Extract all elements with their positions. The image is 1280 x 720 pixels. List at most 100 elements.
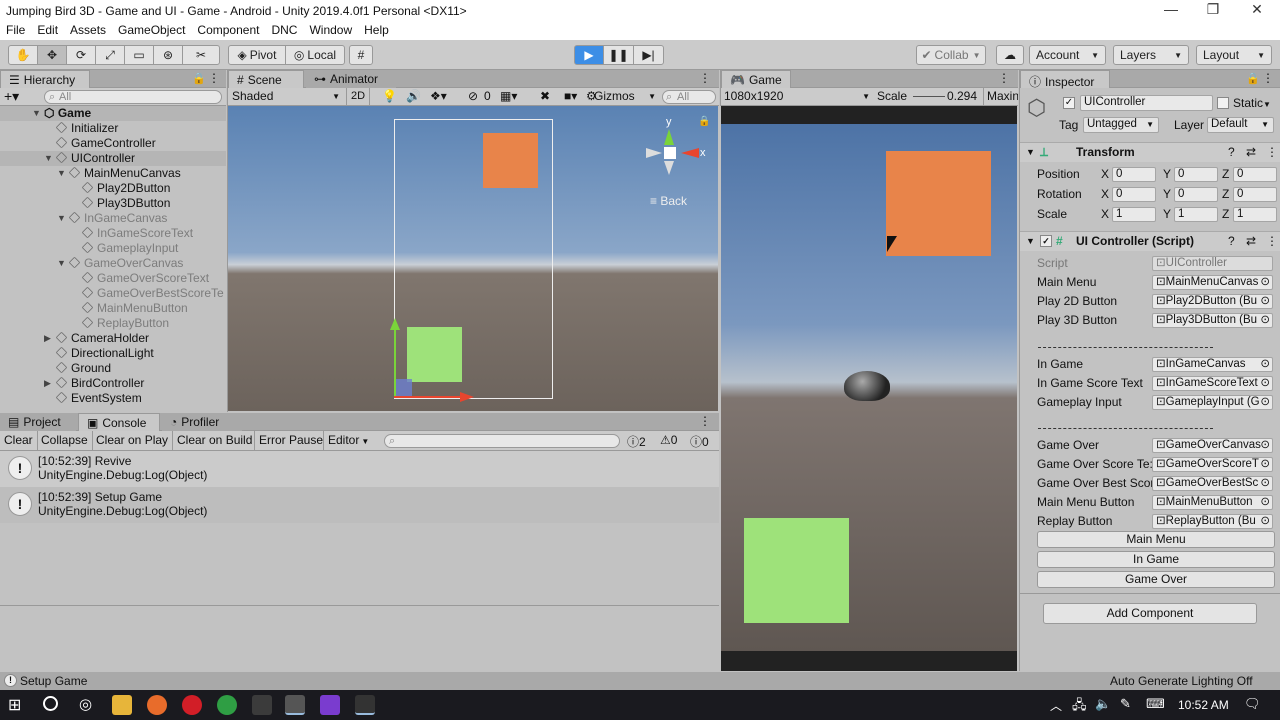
tab-animator[interactable]: ⊶ Animator [306,70,396,88]
console-clear-button[interactable]: Clear [4,433,33,447]
hierarchy-item[interactable]: ▼ MainMenuCanvas [0,166,226,181]
move-handle-x[interactable] [394,396,470,398]
layer-dropdown[interactable]: Default ▼ [1207,117,1274,133]
toggle-2d-button[interactable]: 2D [346,88,370,105]
transform-y-input[interactable]: 0 [1174,167,1218,182]
more-options-icon[interactable]: ⋮ [998,71,1010,85]
green-square[interactable] [407,327,462,382]
chevron-down-icon[interactable]: ▼ [57,256,67,271]
app-icon[interactable] [252,695,272,715]
transform-y-input[interactable]: 1 [1174,207,1218,222]
tag-dropdown[interactable]: Untagged ▼ [1083,117,1159,133]
grid-snap-icon[interactable]: # [349,45,373,65]
move-tool-icon[interactable]: ✥ [37,45,67,65]
script-component-header[interactable]: ▼ ✓ # UI Controller (Script) ? ⇄ ⋮ [1020,231,1280,251]
reference-field[interactable]: ⊡GameplayInput (G ⊙ [1152,395,1273,410]
menu-window[interactable]: Window [303,22,358,37]
game-viewport[interactable] [721,106,1017,671]
menu-edit[interactable]: Edit [31,22,64,37]
hierarchy-item[interactable]: Play2DButton [0,181,226,196]
reference-field[interactable]: ⊡MainMenuButton ⊙ [1152,495,1273,510]
cloud-icon[interactable]: ☁ [996,45,1024,65]
in-game-button[interactable]: In Game [1037,551,1275,568]
object-picker-icon[interactable]: ⊙ [1260,295,1270,308]
rotate-tool-icon[interactable]: ⟳ [66,45,96,65]
scene-viewport[interactable]: y x ≡ Back 🔒 [228,106,718,411]
layers-dropdown[interactable]: Layers ▼ [1113,45,1189,65]
object-picker-icon[interactable]: ⊙ [1260,515,1270,528]
volume-icon[interactable]: 🔈 [1095,696,1111,712]
object-picker-icon[interactable]: ⊙ [1260,396,1270,409]
object-picker-icon[interactable]: ⊙ [1260,358,1270,371]
keyboard-icon[interactable]: ⌨ [1146,696,1165,712]
game-over-button[interactable]: Game Over [1037,571,1275,588]
tab-hierarchy[interactable]: ☰ Hierarchy [0,70,90,88]
bird-object[interactable] [844,371,890,401]
help-icon[interactable]: ? [1228,143,1235,162]
lock-icon[interactable]: 🔒 [1246,72,1260,85]
network-icon[interactable]: 🖧 [1072,696,1087,718]
minimize-icon[interactable]: — [1150,1,1192,17]
layout-dropdown[interactable]: Layout ▼ [1196,45,1272,65]
transform-z-input[interactable]: 1 [1233,207,1277,222]
hierarchy-item[interactable]: GameOverScoreText [0,271,226,286]
firefox-icon[interactable] [147,695,167,715]
tab-scene[interactable]: # Scene [228,70,304,88]
orientation-gizmo[interactable]: y x ≡ Back [645,116,706,208]
tab-project[interactable]: ▤ Project [0,413,76,431]
object-name-input[interactable]: UIController [1080,95,1213,111]
orange-square[interactable] [886,151,991,256]
more-options-icon[interactable]: ⋮ [1266,143,1278,162]
chevron-down-icon[interactable]: ▼ [57,166,67,181]
tab-console[interactable]: ▣ Console [78,413,160,431]
camera-icon[interactable]: ■▾ [564,89,577,103]
scale-slider[interactable] [913,96,945,97]
hierarchy-item[interactable]: ▶ BirdController [0,376,226,391]
static-checkbox[interactable] [1217,97,1229,109]
menu-help[interactable]: Help [358,22,395,37]
chevron-right-icon[interactable]: ▶ [44,376,54,391]
green-square[interactable] [744,518,849,623]
scene-root-game[interactable]: ▼ ⬡ Game [0,106,226,121]
orange-square[interactable] [483,133,538,188]
console-log-entry[interactable]: ! [10:52:39] Setup Game UnityEngine.Debu… [0,487,719,523]
reference-field[interactable]: ⊡GameOverScoreT ⊙ [1152,457,1273,472]
maximize-on-play-toggle[interactable]: Maxin [987,89,1018,103]
scale-tool-icon[interactable]: ⤢ [95,45,125,65]
transform-x-input[interactable]: 0 [1112,167,1156,182]
menu-gameobject[interactable]: GameObject [112,22,191,37]
hierarchy-item[interactable]: EventSystem [0,391,226,406]
lock-icon[interactable]: 🔒 [192,72,206,85]
console-error-toggle[interactable]: ⓘ0 [690,433,709,450]
hierarchy-item[interactable]: GameplayInput [0,241,226,256]
console-warning-toggle[interactable]: ⓘ2 [627,433,646,450]
move-handle-plane[interactable] [394,379,412,397]
more-options-icon[interactable]: ⋮ [699,71,711,85]
hierarchy-item[interactable]: ▼ InGameCanvas [0,211,226,226]
main-menu-button[interactable]: Main Menu [1037,531,1275,548]
visual-studio-icon[interactable] [320,695,340,715]
hierarchy-item[interactable]: MainMenuButton [0,301,226,316]
help-icon[interactable]: ? [1228,232,1235,251]
console-info-toggle[interactable]: ⚠0 [660,433,677,447]
blender-icon[interactable] [355,695,375,715]
notifications-icon[interactable]: 🗨 [1244,696,1261,712]
windows-start-icon[interactable]: ⊞ [8,695,21,715]
chevron-down-icon[interactable]: ▼ [44,151,54,166]
preset-icon[interactable]: ⇄ [1246,143,1256,162]
gizmos-dropdown[interactable]: Gizmos ▼ [594,89,656,103]
transform-tool-icon[interactable]: ⊛ [153,45,183,65]
tab-inspector[interactable]: ⓘ Inspector [1020,70,1110,89]
search-icon[interactable] [43,696,58,711]
chevron-right-icon[interactable]: ▶ [44,331,54,346]
close-icon[interactable]: ✕ [1236,1,1278,18]
console-collapse-button[interactable]: Collapse [41,433,88,447]
reference-field[interactable]: ⊡MainMenuCanvas ⊙ [1152,275,1273,290]
lock-icon[interactable]: 🔒 [698,116,710,127]
shading-dropdown[interactable]: Shaded ▼ [232,89,340,103]
transform-x-input[interactable]: 0 [1112,187,1156,202]
reference-field[interactable]: ⊡GameOverBestSc ⊙ [1152,476,1273,491]
lighting-icon[interactable]: 💡 [382,89,397,103]
play-button[interactable]: ▶ [574,45,604,65]
rect-tool-icon[interactable]: ▭ [124,45,154,65]
